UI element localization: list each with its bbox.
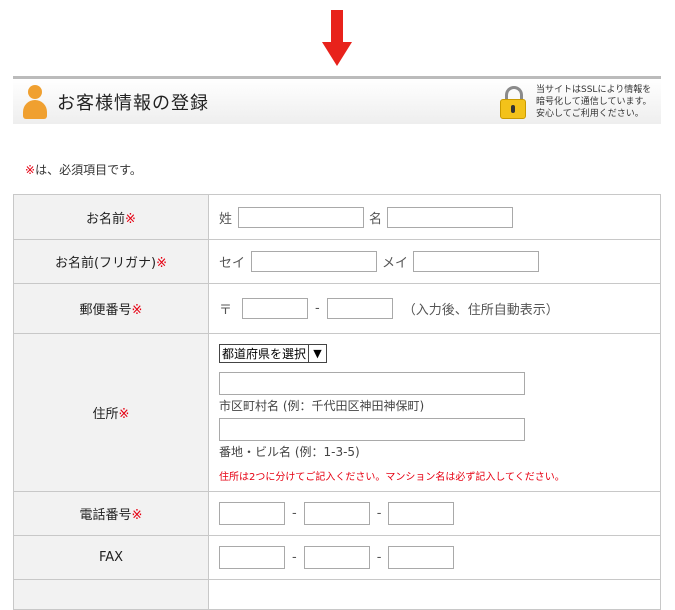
mei-kana-label: メイ (382, 256, 409, 271)
required-mark: ※ (156, 256, 168, 271)
row-label-text: お名前(フリガナ) (54, 256, 157, 271)
row-label: 住所※ (13, 333, 209, 492)
fax-third-input[interactable] (388, 546, 455, 569)
arrow-shaft (331, 10, 343, 44)
form-row-furigana: お名前(フリガナ)※ セイ メイ (13, 239, 661, 284)
address-warning: 住所は2つに分けてご記入ください。マンション名は必ず記入してください。 (219, 472, 565, 483)
ssl-note: 当サイトはSSLにより情報を 暗号化して通信しています。 安心してご利用ください… (536, 84, 660, 120)
form-row-address: 住所※ 都道府県を選択 ▼ 市区町村名 (例：千代田区神田神保町) 番地・ビル名… (13, 333, 661, 492)
row-label: 郵便番号※ (13, 283, 209, 334)
lock-icon-body (500, 99, 526, 119)
sei-kana-label: セイ (219, 256, 246, 271)
person-icon-head (28, 85, 42, 99)
required-note: ※は、必須項目です。 (25, 161, 142, 178)
down-arrow-icon (322, 10, 352, 68)
last-name-input[interactable] (238, 206, 365, 228)
row-field: セイ メイ (208, 239, 661, 284)
postal-mark: 〒 (219, 303, 233, 318)
form-row-phone: 電話番号※ - - (13, 491, 661, 536)
form-row-name: お名前※ 姓 名 (13, 194, 661, 240)
form-row-next (13, 579, 661, 610)
fax-first-input[interactable] (219, 546, 285, 569)
fax-separator: - (376, 550, 382, 565)
postal-code-first-input[interactable] (242, 298, 309, 319)
chevron-down-icon: ▼ (308, 345, 326, 362)
mei-label: 名 (369, 211, 383, 227)
fax-separator: - (292, 550, 297, 565)
phone-separator: - (292, 506, 297, 521)
postal-separator: - (315, 301, 320, 316)
ssl-note-line: 当サイトはSSLにより情報を (536, 85, 652, 95)
prefecture-select-value: 都道府県を選択 (222, 347, 307, 361)
postal-code-second-input[interactable] (326, 298, 393, 319)
last-name-kana-input[interactable] (251, 251, 378, 272)
row-field: 都道府県を選択 ▼ 市区町村名 (例：千代田区神田神保町) 番地・ビル名 (例：… (208, 333, 661, 492)
phone-separator: - (376, 506, 382, 521)
row-label: 電話番号※ (13, 491, 209, 536)
first-name-input[interactable] (387, 206, 514, 228)
lock-icon (500, 86, 526, 120)
row-field: - - (208, 491, 661, 536)
row-label-text: 電話番号 (79, 508, 132, 523)
row-label: お名前※ (13, 194, 209, 240)
person-icon-body (23, 100, 47, 119)
row-label-text: 住所 (92, 407, 119, 422)
first-name-kana-input[interactable] (413, 251, 540, 272)
section-header: お客様情報の登録 当サイトはSSLにより情報を 暗号化して通信しています。 安心… (13, 76, 661, 124)
row-field: 〒 - （入力後、住所自動表示） (208, 283, 661, 334)
lock-icon-keyhole (511, 105, 515, 113)
arrow-head (322, 42, 352, 66)
row-field (208, 579, 661, 610)
required-mark: ※ (25, 163, 36, 177)
ssl-note-line: 安心してご利用ください。 (536, 109, 644, 119)
row-field: - - (208, 535, 661, 580)
prefecture-select[interactable]: 都道府県を選択 ▼ (219, 344, 328, 363)
row-label: FAX (13, 535, 209, 580)
row-label (13, 579, 209, 610)
row-label-text: 郵便番号 (79, 303, 132, 318)
customer-form-table: お名前※ 姓 名 お名前(フリガナ)※ セイ メイ 郵便番号※ 〒 - （入力後… (13, 194, 661, 610)
form-row-postal: 郵便番号※ 〒 - （入力後、住所自動表示） (13, 283, 661, 334)
row-label: お名前(フリガナ)※ (13, 239, 209, 284)
city-input[interactable] (219, 372, 525, 395)
fax-second-input[interactable] (303, 546, 370, 569)
required-mark: ※ (131, 303, 143, 318)
street-hint: 番地・ビル名 (例：1-3-5) (219, 445, 360, 459)
phone-third-input[interactable] (388, 502, 455, 525)
required-note-text: は、必須項目です。 (35, 163, 142, 177)
street-input[interactable] (219, 418, 525, 441)
row-label-text: お名前 (86, 211, 126, 227)
postal-hint: （入力後、住所自動表示） (402, 303, 559, 318)
required-mark: ※ (125, 211, 136, 227)
sei-label: 姓 (219, 211, 233, 227)
phone-first-input[interactable] (219, 502, 285, 525)
city-hint: 市区町村名 (例：千代田区神田神保町) (219, 399, 425, 413)
person-icon (21, 85, 49, 121)
page-title: お客様情報の登録 (57, 93, 209, 114)
row-field: 姓 名 (208, 194, 661, 240)
required-mark: ※ (131, 508, 143, 523)
ssl-note-line: 暗号化して通信しています。 (536, 97, 652, 107)
form-row-fax: FAX - - (13, 535, 661, 580)
row-label-text: FAX (98, 550, 124, 565)
phone-second-input[interactable] (303, 502, 370, 525)
required-mark: ※ (118, 407, 130, 422)
